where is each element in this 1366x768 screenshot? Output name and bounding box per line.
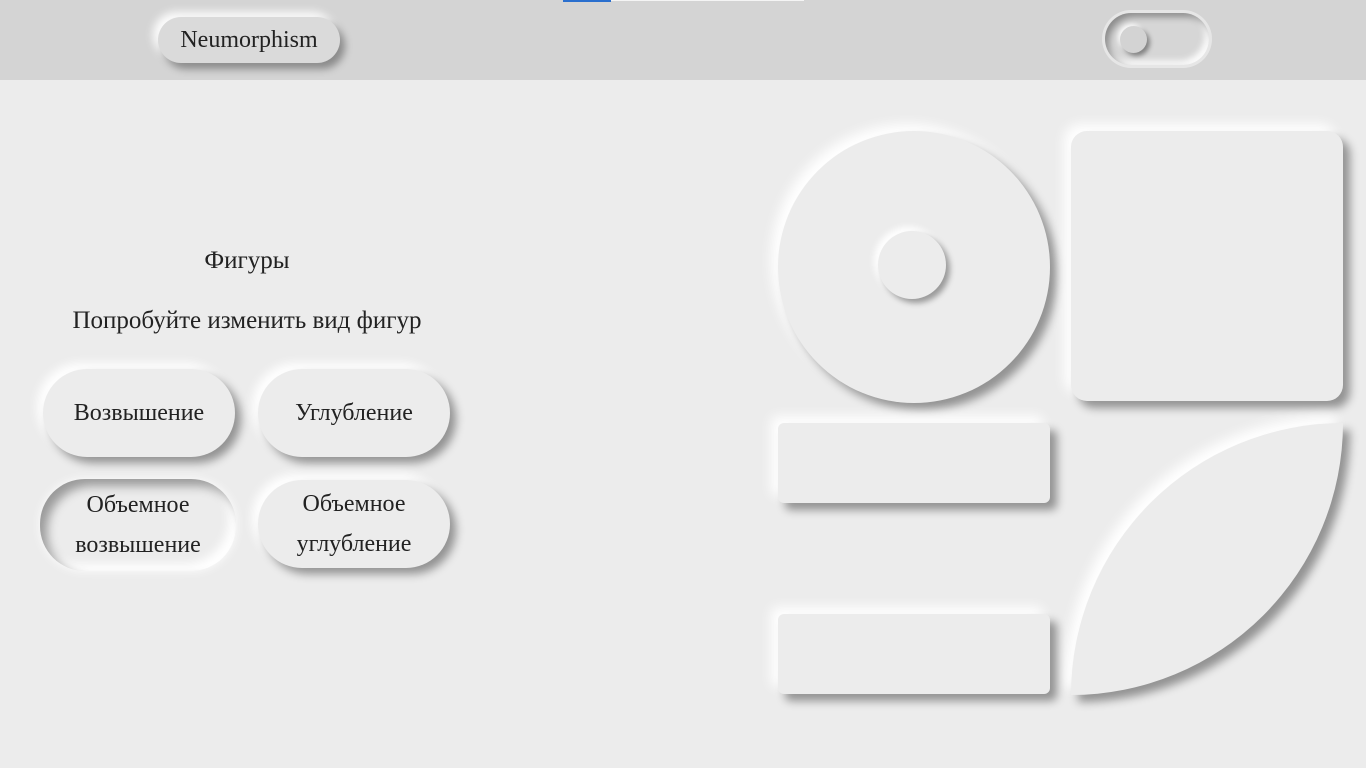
top-accent-line: [611, 0, 804, 1]
volume-raise-button[interactable]: Объемное возвышение: [40, 479, 236, 571]
theme-toggle[interactable]: [1105, 13, 1209, 65]
inset-button[interactable]: Углубление: [258, 369, 450, 457]
inner-circle-shape: [878, 231, 946, 299]
top-accent-bar: [563, 0, 611, 2]
volume-inset-label-line2: углубление: [296, 531, 412, 557]
rectangle-shape-bottom: [778, 614, 1050, 694]
volume-inset-button[interactable]: Объемное углубление: [258, 480, 450, 568]
volume-raise-label-line1: Объемное: [86, 492, 190, 518]
page-title: Фигуры: [204, 247, 290, 274]
toggle-knob[interactable]: [1120, 26, 1147, 53]
raise-button[interactable]: Возвышение: [43, 369, 235, 457]
rectangle-shape-top: [778, 423, 1050, 503]
header-bar: Neumorphism: [0, 0, 1366, 80]
volume-raise-label-line2: возвышение: [75, 532, 201, 558]
square-shape: [1071, 131, 1343, 401]
logo-button[interactable]: Neumorphism: [158, 17, 340, 63]
inset-button-label: Углубление: [295, 400, 413, 426]
leaf-shape: [1071, 423, 1343, 695]
page-subtitle: Попробуйте изменить вид фигур: [72, 307, 422, 334]
volume-inset-label-line1: Объемное: [302, 491, 406, 517]
circle-shape: [778, 131, 1050, 403]
raise-button-label: Возвышение: [73, 400, 205, 426]
